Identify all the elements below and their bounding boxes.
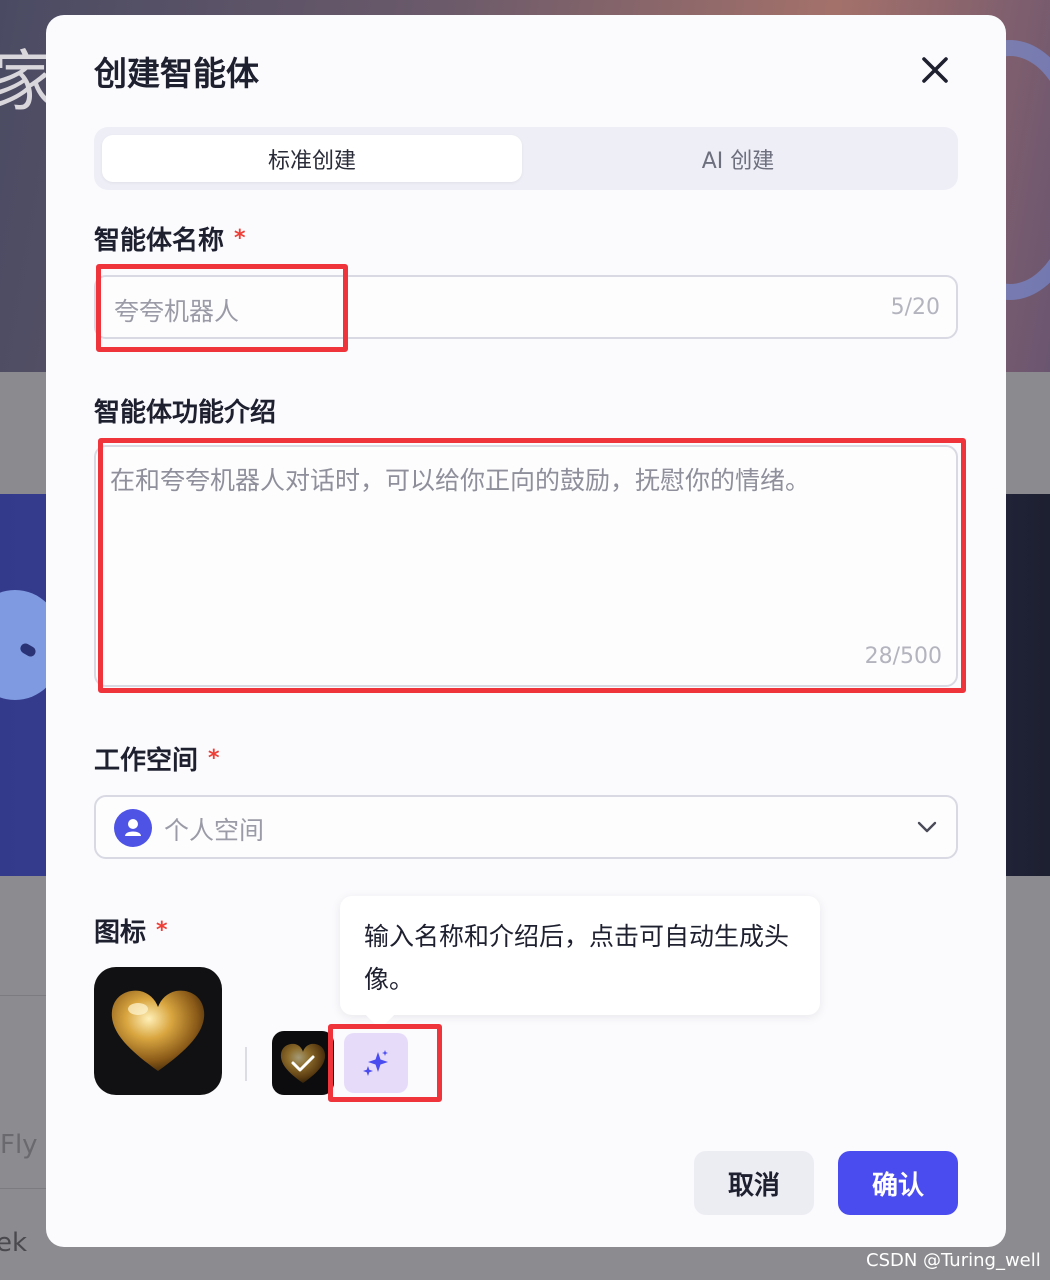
gold-heart-icon [111, 990, 205, 1071]
icon-label-text: 图标 [94, 918, 147, 948]
cancel-button[interactable]: 取消 [694, 1151, 814, 1215]
chevron-down-icon [917, 821, 937, 833]
agent-description-counter: 28/500 [864, 644, 942, 669]
watermark: CSDN @Turing_well [866, 1250, 1041, 1271]
workspace-select[interactable]: 个人空间 [94, 795, 958, 859]
confirm-button[interactable]: 确认 [838, 1151, 958, 1215]
icon-option-gold-heart[interactable] [272, 1031, 334, 1095]
required-mark: * [208, 746, 220, 771]
tooltip-arrow [365, 1000, 395, 1030]
agent-name-input[interactable]: 夸夸机器人 5/20 [94, 275, 958, 339]
agent-name-counter: 5/20 [890, 295, 940, 320]
create-mode-tabs: 标准创建 AI 创建 [94, 127, 958, 190]
backdrop-partial-text: Fly [0, 1130, 38, 1160]
close-icon [922, 57, 948, 83]
gold-heart-selected-icon [272, 1031, 334, 1095]
agent-description-label: 智能体功能介绍 [94, 398, 277, 428]
workspace-selected-value: 个人空间 [164, 816, 265, 845]
tooltip-text: 输入名称和介绍后，点击可自动生成头像。 [364, 922, 790, 994]
agent-name-label-text: 智能体名称 [94, 226, 225, 256]
sparkle-icon [363, 1050, 388, 1076]
ai-generate-tooltip: 输入名称和介绍后，点击可自动生成头像。 [340, 896, 820, 1030]
close-button[interactable] [918, 53, 952, 87]
agent-name-value: 夸夸机器人 [114, 297, 240, 326]
icon-divider [245, 1047, 247, 1081]
agent-name-label: 智能体名称 * [94, 220, 246, 257]
ai-generate-icon-button[interactable] [344, 1033, 408, 1093]
tab-standard-create[interactable]: 标准创建 [102, 135, 522, 182]
dialog-title: 创建智能体 [94, 54, 259, 93]
agent-description-value: 在和夸夸机器人对话时，可以给你正向的鼓励，抚慰你的情绪。 [110, 466, 811, 495]
icon-label: 图标 * [94, 912, 168, 949]
agent-description-textarea[interactable]: 在和夸夸机器人对话时，可以给你正向的鼓励，抚慰你的情绪。 28/500 [94, 445, 958, 687]
tab-ai-create[interactable]: AI 创建 [528, 135, 948, 182]
workspace-label: 工作空间 * [94, 740, 220, 777]
backdrop-partial-text: ek [0, 1228, 28, 1258]
selected-icon-preview [94, 967, 222, 1095]
workspace-label-text: 工作空间 [94, 746, 199, 776]
required-mark: * [234, 226, 246, 251]
required-mark: * [156, 918, 168, 943]
user-avatar-icon [114, 809, 152, 847]
create-agent-dialog: 创建智能体 标准创建 AI 创建 智能体名称 * 夸夸机器人 5/20 智能体功能… [46, 15, 1006, 1247]
